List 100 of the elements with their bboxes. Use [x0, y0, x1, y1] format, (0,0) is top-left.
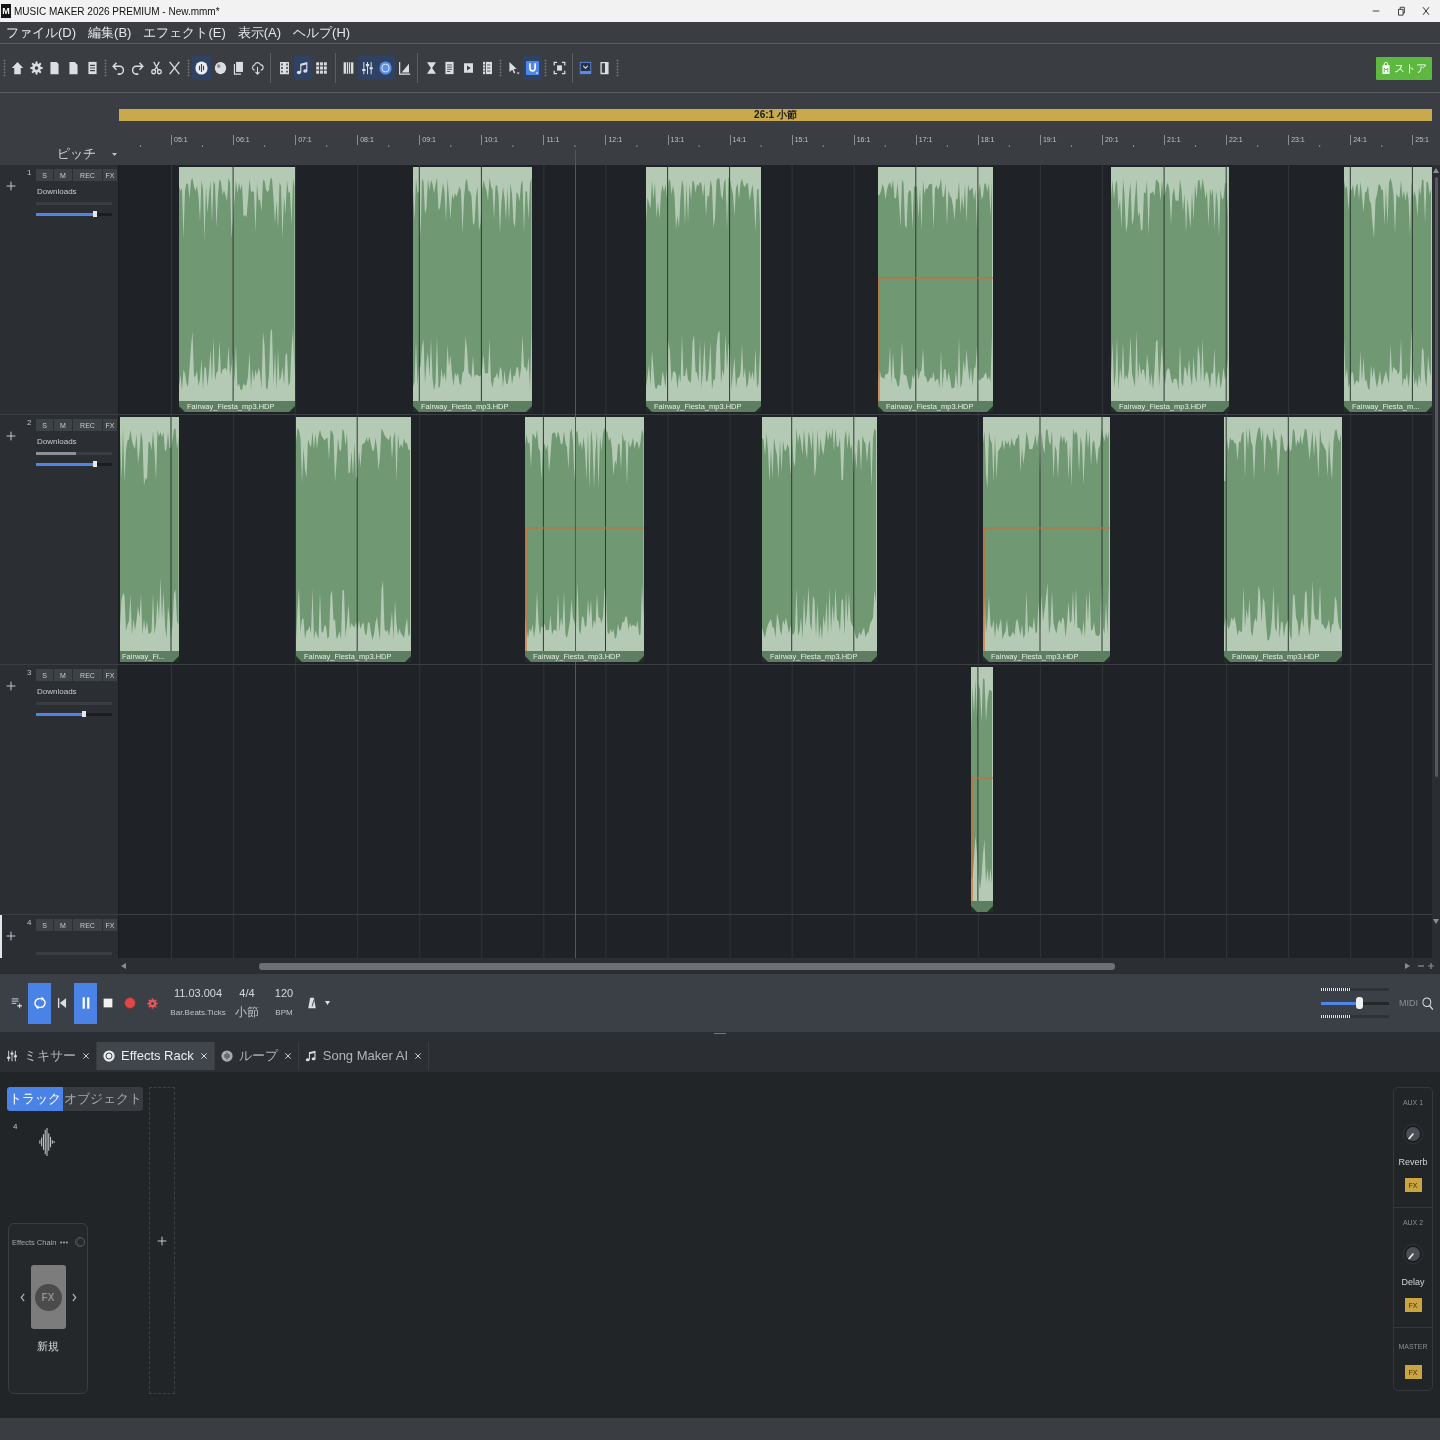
add-icon[interactable] [157, 1235, 167, 1246]
volume-slider[interactable] [36, 711, 112, 717]
volume-envelope-line[interactable] [971, 777, 993, 901]
triangle-icon[interactable] [971, 906, 977, 912]
arranger-bar[interactable]: 26:1 小節 [119, 109, 1432, 121]
triangle-icon[interactable] [646, 406, 652, 412]
menu-item[interactable]: エフェクト(E) [141, 24, 228, 41]
scroll-up-arrow-icon[interactable] [1433, 168, 1439, 173]
more-icon[interactable] [60, 1240, 69, 1244]
time-signature[interactable]: 4/4 [239, 987, 255, 1000]
menu-item[interactable]: 表示(A) [235, 24, 284, 41]
send-knob[interactable] [1403, 1244, 1423, 1264]
triangle-icon[interactable] [405, 656, 411, 662]
menu-item[interactable]: ファイル(D) [4, 24, 79, 41]
triangle-icon[interactable] [173, 656, 179, 662]
volume-envelope-line[interactable] [878, 277, 993, 401]
pause-button[interactable] [74, 982, 97, 1024]
horizontal-scrollbar[interactable] [0, 958, 1440, 974]
effects-button[interactable] [376, 56, 396, 80]
scroll-right-arrow-icon[interactable] [1405, 963, 1410, 969]
close-icon[interactable] [82, 1052, 90, 1060]
disc-button[interactable] [192, 56, 211, 80]
lane-selector-dropdown[interactable]: ピッチ [57, 146, 117, 162]
close-icon[interactable] [199, 1052, 208, 1060]
hourglass-icon [424, 61, 438, 75]
triangle-icon[interactable] [413, 406, 419, 412]
triangle-icon[interactable] [871, 656, 877, 662]
house-icon [10, 61, 24, 75]
triangle-icon[interactable] [526, 406, 532, 412]
add-to-list-icon [11, 997, 23, 1009]
menu-item[interactable]: 編集(B) [86, 24, 134, 41]
panel-icon [598, 61, 612, 75]
magnet-button[interactable] [523, 56, 542, 80]
resize-handle[interactable] [714, 1033, 726, 1034]
volume-slider[interactable] [36, 211, 112, 217]
slider-thumb[interactable] [93, 211, 98, 217]
volume-envelope-line[interactable] [983, 527, 1110, 651]
triangle-icon[interactable] [525, 656, 531, 662]
fx-badge: FX [34, 1283, 62, 1311]
close-icon[interactable] [283, 1052, 292, 1060]
track-number: 4 [13, 1122, 18, 1132]
add-icon[interactable] [6, 181, 16, 191]
vertical-scrollbar[interactable] [1432, 165, 1440, 958]
search-icon[interactable] [1422, 996, 1434, 1010]
triangle-icon[interactable] [755, 406, 761, 412]
triangle-icon[interactable] [762, 656, 768, 662]
add-icon[interactable] [6, 431, 16, 441]
triangle-icon[interactable] [1111, 406, 1117, 412]
menu-item[interactable]: ヘルプ(H) [291, 24, 353, 41]
add-icon[interactable] [6, 681, 16, 691]
ring-icon [103, 1050, 115, 1062]
send-knob[interactable] [1403, 1124, 1423, 1144]
scroll-down-arrow-icon[interactable] [1433, 919, 1439, 924]
mixer-button[interactable] [357, 56, 377, 80]
restore-icon[interactable] [1395, 6, 1406, 16]
effect-name: Reverb [1398, 1157, 1428, 1167]
triangle-icon[interactable] [1223, 406, 1229, 412]
triangle-icon[interactable] [1224, 656, 1230, 662]
playback-position[interactable]: 11.03.004 [173, 987, 223, 1000]
triangle-icon[interactable] [289, 406, 295, 412]
triangle-icon[interactable] [296, 656, 302, 662]
triangle-icon[interactable] [987, 406, 993, 412]
triangle-icon[interactable] [987, 906, 993, 912]
scissors-icon [149, 61, 163, 75]
tempo-value[interactable]: 120 [274, 987, 294, 1000]
metronome-icon[interactable] [307, 997, 317, 1009]
mode-tab[interactable]: トラック [7, 1087, 63, 1111]
volume-slider[interactable] [36, 461, 112, 467]
triangle-icon[interactable] [1426, 406, 1432, 412]
volume-envelope-line[interactable] [525, 527, 644, 651]
slider-thumb[interactable] [81, 711, 86, 717]
scrollbar-thumb[interactable] [259, 962, 1115, 970]
scroll-left-arrow-icon[interactable] [121, 963, 126, 969]
panel-tab[interactable]: Effects Rack [97, 1042, 215, 1070]
document-icon [66, 61, 80, 75]
slider-thumb[interactable] [1355, 997, 1363, 1009]
chevron-left-icon[interactable] [19, 1292, 25, 1302]
triangle-icon[interactable] [1344, 406, 1350, 412]
add-icon[interactable] [6, 931, 16, 941]
chevron-right-icon[interactable] [71, 1292, 77, 1302]
zoom-out-icon[interactable] [1418, 963, 1424, 969]
caret-icon[interactable] [325, 1001, 330, 1005]
triangle-icon[interactable] [878, 406, 884, 412]
triangle-icon[interactable] [638, 656, 644, 662]
music-note-button[interactable] [293, 56, 313, 80]
settings-icon [146, 997, 158, 1009]
close-icon[interactable] [414, 1052, 422, 1060]
triangle-icon[interactable] [1104, 656, 1110, 662]
toggle-icon[interactable] [75, 1237, 85, 1247]
loop-button[interactable] [28, 982, 51, 1024]
close-icon[interactable] [1420, 6, 1431, 16]
triangle-icon[interactable] [179, 406, 185, 412]
triangle-icon[interactable] [1336, 656, 1342, 662]
zoom-in-icon[interactable] [1428, 963, 1434, 969]
triangle-icon[interactable] [983, 656, 989, 662]
scrollbar-thumb[interactable] [1434, 177, 1438, 777]
document-icon [48, 61, 62, 75]
mode-tab[interactable]: オブジェクト [63, 1087, 143, 1111]
text-document-icon [443, 61, 457, 75]
slider-thumb[interactable] [93, 461, 98, 467]
